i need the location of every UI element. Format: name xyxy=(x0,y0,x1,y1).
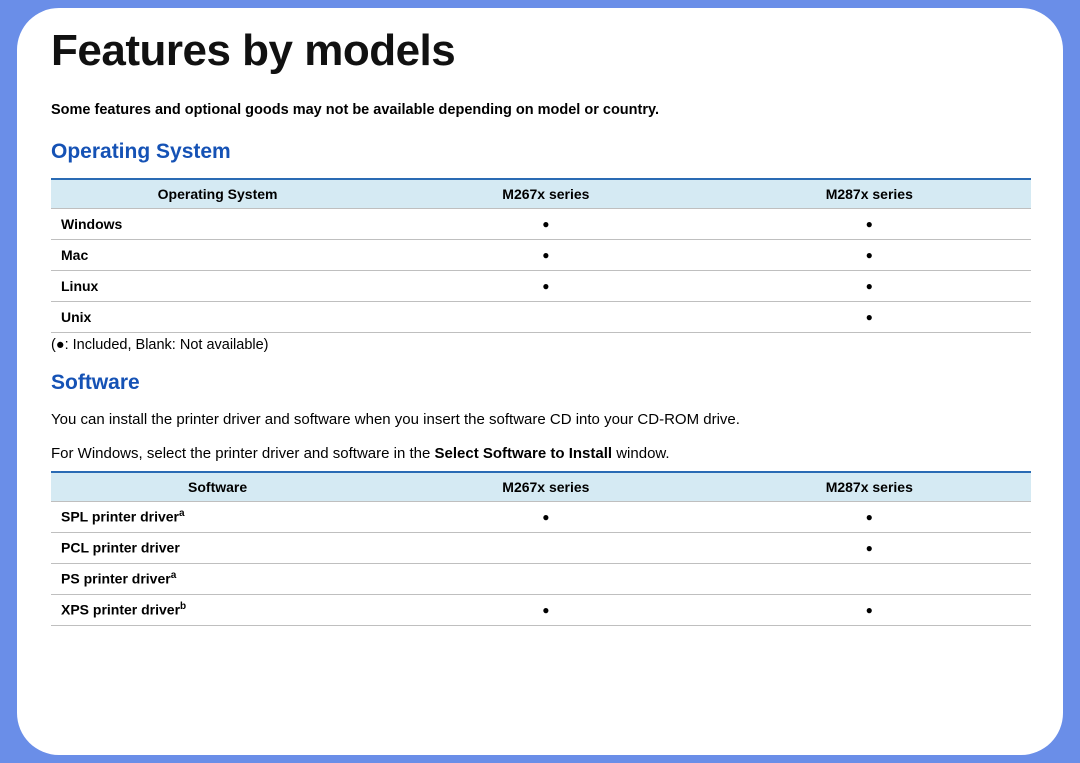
col-header: M287x series xyxy=(708,179,1031,209)
table-legend: (●: Included, Blank: Not available) xyxy=(51,337,1031,353)
row-label: Unix xyxy=(51,302,384,333)
os-table: Operating System M267x series M287x seri… xyxy=(51,178,1031,333)
row-label: PS printer drivera xyxy=(51,563,384,594)
row-label: Windows xyxy=(51,209,384,240)
cell: ● xyxy=(708,594,1031,625)
software-paragraph-1: You can install the printer driver and s… xyxy=(51,409,1031,431)
cell: ● xyxy=(384,209,707,240)
row-label: Mac xyxy=(51,240,384,271)
cell xyxy=(384,302,707,333)
table-row: Mac ● ● xyxy=(51,240,1031,271)
section-heading-software: Software xyxy=(51,371,1031,395)
cell: ● xyxy=(708,240,1031,271)
col-header: Operating System xyxy=(51,179,384,209)
text: For Windows, select the printer driver a… xyxy=(51,445,435,462)
section-heading-os: Operating System xyxy=(51,140,1031,164)
footnote-mark: a xyxy=(179,508,185,519)
table-row: PS printer drivera xyxy=(51,563,1031,594)
text: window. xyxy=(612,445,670,462)
row-label-text: XPS printer driver xyxy=(61,602,180,618)
row-label-text: PCL printer driver xyxy=(61,540,180,556)
cell: ● xyxy=(708,501,1031,532)
footnote-mark: b xyxy=(180,601,186,612)
row-label-text: PS printer driver xyxy=(61,571,171,587)
cell xyxy=(384,532,707,563)
cell: ● xyxy=(708,271,1031,302)
table-header-row: Software M267x series M287x series xyxy=(51,472,1031,502)
footnote-mark: a xyxy=(171,570,177,581)
row-label-text: SPL printer driver xyxy=(61,509,179,525)
software-paragraph-2: For Windows, select the printer driver a… xyxy=(51,443,1031,465)
cell: ● xyxy=(708,302,1031,333)
cell xyxy=(384,563,707,594)
row-label: Linux xyxy=(51,271,384,302)
intro-note: Some features and optional goods may not… xyxy=(51,102,1031,118)
table-row: PCL printer driver ● xyxy=(51,532,1031,563)
table-row: Windows ● ● xyxy=(51,209,1031,240)
cell: ● xyxy=(384,501,707,532)
bold-text: Select Software to Install xyxy=(435,445,613,462)
table-row: Linux ● ● xyxy=(51,271,1031,302)
cell xyxy=(708,563,1031,594)
col-header: M287x series xyxy=(708,472,1031,502)
cell: ● xyxy=(384,271,707,302)
row-label: XPS printer driverb xyxy=(51,594,384,625)
table-row: XPS printer driverb ● ● xyxy=(51,594,1031,625)
col-header: M267x series xyxy=(384,179,707,209)
document-page: Features by models Some features and opt… xyxy=(17,8,1063,755)
cell: ● xyxy=(708,532,1031,563)
cell: ● xyxy=(384,240,707,271)
table-header-row: Operating System M267x series M287x seri… xyxy=(51,179,1031,209)
software-table: Software M267x series M287x series SPL p… xyxy=(51,471,1031,626)
page-title: Features by models xyxy=(51,26,1031,76)
table-row: Unix ● xyxy=(51,302,1031,333)
table-row: SPL printer drivera ● ● xyxy=(51,501,1031,532)
col-header: Software xyxy=(51,472,384,502)
col-header: M267x series xyxy=(384,472,707,502)
cell: ● xyxy=(384,594,707,625)
row-label: SPL printer drivera xyxy=(51,501,384,532)
row-label: PCL printer driver xyxy=(51,532,384,563)
cell: ● xyxy=(708,209,1031,240)
